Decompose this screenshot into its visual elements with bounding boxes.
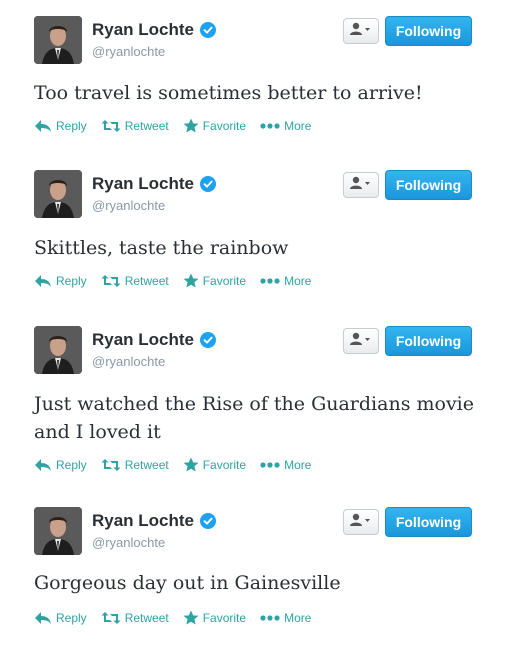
username[interactable]: @ryanlochte bbox=[92, 44, 165, 59]
more-label: More bbox=[284, 273, 312, 288]
dots-icon bbox=[260, 614, 284, 621]
name-row: Ryan Lochte bbox=[92, 511, 217, 531]
user-actions-button[interactable] bbox=[343, 172, 379, 198]
display-name[interactable]: Ryan Lochte bbox=[92, 174, 194, 194]
user-actions-button[interactable] bbox=[343, 509, 379, 535]
retweet-label: Retweet bbox=[124, 273, 169, 288]
user-dropdown-icon bbox=[349, 22, 373, 41]
name-row: Ryan Lochte bbox=[92, 174, 217, 194]
more-button[interactable]: More bbox=[260, 274, 311, 288]
tweet-actions: Reply Retweet Favorite More bbox=[34, 457, 325, 472]
reply-button[interactable]: Reply bbox=[34, 611, 87, 625]
tweet-header: Ryan Lochte @ryanlochte Following bbox=[0, 326, 506, 374]
following-button[interactable]: Following bbox=[385, 16, 472, 46]
retweet-button[interactable]: Retweet bbox=[101, 119, 169, 133]
retweet-icon bbox=[101, 458, 125, 472]
reply-button[interactable]: Reply bbox=[34, 119, 87, 133]
user-dropdown-icon bbox=[349, 176, 373, 195]
avatar[interactable] bbox=[34, 16, 82, 64]
retweet-label: Retweet bbox=[124, 457, 169, 472]
more-label: More bbox=[284, 610, 312, 625]
tweet-text: Skittles, taste the rainbow bbox=[34, 237, 289, 259]
dots-icon bbox=[260, 277, 284, 284]
verified-badge-icon bbox=[200, 176, 217, 192]
retweet-label: Retweet bbox=[124, 610, 169, 625]
more-button[interactable]: More bbox=[260, 119, 311, 133]
tweet-actions: Reply Retweet Favorite More bbox=[34, 273, 325, 288]
tweet-header: Ryan Lochte @ryanlochte Following bbox=[0, 507, 506, 555]
user-dropdown-icon bbox=[349, 332, 373, 351]
reply-button[interactable]: Reply bbox=[34, 458, 87, 472]
retweet-icon bbox=[101, 274, 125, 288]
dots-icon bbox=[260, 461, 284, 468]
verified-badge-icon bbox=[200, 22, 217, 38]
reply-arrow-icon bbox=[34, 611, 56, 625]
username[interactable]: @ryanlochte bbox=[92, 354, 165, 369]
verified-badge-icon bbox=[200, 332, 217, 348]
favorite-label: Favorite bbox=[202, 273, 247, 288]
name-row: Ryan Lochte bbox=[92, 20, 217, 40]
display-name[interactable]: Ryan Lochte bbox=[92, 511, 194, 531]
favorite-label: Favorite bbox=[202, 457, 247, 472]
following-button[interactable]: Following bbox=[385, 507, 472, 537]
following-button[interactable]: Following bbox=[385, 170, 472, 200]
tweet-header: Ryan Lochte @ryanlochte Following bbox=[0, 170, 506, 218]
user-actions-button[interactable] bbox=[343, 18, 379, 44]
avatar[interactable] bbox=[34, 326, 82, 374]
favorite-button[interactable]: Favorite bbox=[183, 457, 246, 472]
tweet-actions: Reply Retweet Favorite More bbox=[34, 118, 325, 133]
favorite-button[interactable]: Favorite bbox=[183, 610, 246, 625]
reply-label: Reply bbox=[56, 273, 87, 288]
reply-arrow-icon bbox=[34, 458, 56, 472]
reply-label: Reply bbox=[56, 610, 87, 625]
retweet-button[interactable]: Retweet bbox=[101, 274, 169, 288]
display-name[interactable]: Ryan Lochte bbox=[92, 330, 194, 350]
more-button[interactable]: More bbox=[260, 611, 311, 625]
verified-badge-icon bbox=[200, 513, 217, 529]
reply-label: Reply bbox=[56, 118, 87, 133]
username[interactable]: @ryanlochte bbox=[92, 198, 165, 213]
dots-icon bbox=[260, 122, 284, 129]
star-icon bbox=[183, 610, 203, 625]
retweet-label: Retweet bbox=[124, 118, 169, 133]
username[interactable]: @ryanlochte bbox=[92, 535, 165, 550]
favorite-button[interactable]: Favorite bbox=[183, 273, 246, 288]
display-name[interactable]: Ryan Lochte bbox=[92, 20, 194, 40]
retweet-icon bbox=[101, 611, 125, 625]
favorite-label: Favorite bbox=[202, 118, 247, 133]
avatar[interactable] bbox=[34, 507, 82, 555]
user-dropdown-icon bbox=[349, 513, 373, 532]
star-icon bbox=[183, 457, 203, 472]
star-icon bbox=[183, 118, 203, 133]
reply-arrow-icon bbox=[34, 274, 56, 288]
tweet-text: Gorgeous day out in Gainesville bbox=[34, 572, 341, 594]
retweet-button[interactable]: Retweet bbox=[101, 458, 169, 472]
avatar[interactable] bbox=[34, 170, 82, 218]
reply-label: Reply bbox=[56, 457, 87, 472]
tweet-text: Just watched the Rise of the Guardians m… bbox=[34, 393, 474, 443]
tweet-text: Too travel is sometimes better to arrive… bbox=[34, 82, 423, 104]
reply-button[interactable]: Reply bbox=[34, 274, 87, 288]
retweet-icon bbox=[101, 119, 125, 133]
retweet-button[interactable]: Retweet bbox=[101, 611, 169, 625]
favorite-button[interactable]: Favorite bbox=[183, 118, 246, 133]
more-label: More bbox=[284, 457, 312, 472]
star-icon bbox=[183, 273, 203, 288]
tweet-header: Ryan Lochte @ryanlochte Following bbox=[0, 16, 506, 64]
reply-arrow-icon bbox=[34, 119, 56, 133]
name-row: Ryan Lochte bbox=[92, 330, 217, 350]
more-button[interactable]: More bbox=[260, 458, 311, 472]
favorite-label: Favorite bbox=[202, 610, 247, 625]
user-actions-button[interactable] bbox=[343, 328, 379, 354]
more-label: More bbox=[284, 118, 312, 133]
following-button[interactable]: Following bbox=[385, 326, 472, 356]
tweet-actions: Reply Retweet Favorite More bbox=[34, 610, 325, 625]
